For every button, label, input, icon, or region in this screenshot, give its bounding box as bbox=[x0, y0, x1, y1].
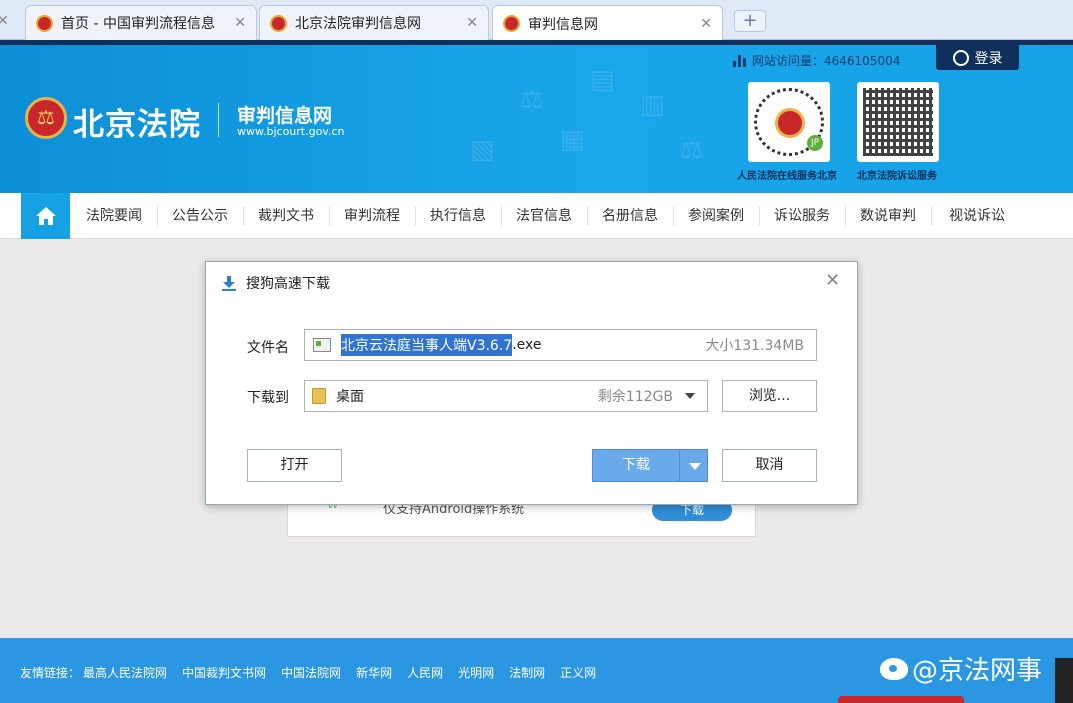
visit-counter: 网站访问量：4646105004 bbox=[733, 52, 900, 69]
footer-link-supreme-court[interactable]: 最高人民法院网 bbox=[83, 664, 167, 681]
decor-document-icon: ▦ bbox=[560, 125, 585, 155]
qr-right-caption: 北京法院诉讼服务 bbox=[857, 171, 937, 182]
dialog-title-bar: 搜狗高速下载 bbox=[222, 273, 330, 293]
login-label: 登录 bbox=[974, 50, 1003, 67]
user-icon bbox=[952, 49, 969, 66]
court-emblem-icon bbox=[775, 108, 805, 138]
browser-tab-strip: ✕ 首页 - 中国审判流程信息 ✕ 北京法院审判信息网 ✕ 审判信息网 ✕ + bbox=[0, 0, 1073, 41]
cancel-button[interactable]: 取消 bbox=[722, 449, 817, 482]
footer-link-guangming[interactable]: 光明网 bbox=[458, 664, 494, 681]
nav-item-reference-cases[interactable]: 参阅案例 bbox=[673, 193, 759, 239]
nav-item-enforcement[interactable]: 执行信息 bbox=[415, 193, 501, 239]
chevron-down-icon[interactable] bbox=[685, 393, 695, 399]
site-name: 北京法院 bbox=[73, 107, 201, 143]
free-space: 剩余112GB bbox=[597, 389, 673, 405]
filename-input[interactable]: 北京云法庭当事人端V3.6.7 .exe 大小131.34MB bbox=[304, 329, 817, 361]
mini-program-qr-code: JP bbox=[748, 82, 830, 162]
site-subtitle: 审判信息网 bbox=[237, 105, 333, 127]
footer-link-judgments-online[interactable]: 中国裁判文书网 bbox=[182, 664, 266, 681]
site-url: www.bjcourt.gov.cn bbox=[237, 125, 345, 138]
service-qr-code bbox=[857, 82, 939, 162]
close-tab-icon[interactable]: ✕ bbox=[466, 15, 478, 31]
nav-item-registry[interactable]: 名册信息 bbox=[587, 193, 673, 239]
court-emblem-favicon-icon bbox=[36, 14, 53, 32]
site-footer: 友情链接： 最高人民法院网 中国裁判文书网 中国法院网 新华网 人民网 光明网 … bbox=[0, 638, 1073, 703]
footer-link-xinhua[interactable]: 新华网 bbox=[356, 664, 392, 681]
nav-item-trial-process[interactable]: 审判流程 bbox=[329, 193, 415, 239]
home-icon bbox=[35, 207, 56, 225]
corner-overlay bbox=[1055, 658, 1073, 703]
nav-item-judgments[interactable]: 裁判文书 bbox=[243, 193, 329, 239]
browser-tab-3-active[interactable]: 审判信息网 ✕ bbox=[492, 5, 723, 41]
friend-links: 友情链接： 最高人民法院网 中国裁判文书网 中国法院网 新华网 人民网 光明网 … bbox=[20, 664, 596, 681]
nav-item-video-litigation[interactable]: 视说诉讼 bbox=[931, 193, 1023, 239]
browser-tab-2[interactable]: 北京法院审判信息网 ✕ bbox=[259, 5, 489, 40]
nav-item-trial-stats[interactable]: 数说审判 bbox=[845, 193, 931, 239]
footer-link-legaldaily[interactable]: 法制网 bbox=[509, 664, 545, 681]
file-size: 大小131.34MB bbox=[705, 338, 804, 354]
download-arrow-icon bbox=[222, 275, 236, 291]
browser-tab-label: 北京法院审判信息网 bbox=[295, 16, 421, 32]
dialog-title: 搜狗高速下载 bbox=[246, 276, 330, 292]
qr-left-caption: 人民法院在线服务北京 bbox=[737, 171, 837, 182]
nav-item-judges[interactable]: 法官信息 bbox=[501, 193, 587, 239]
footer-link-people[interactable]: 人民网 bbox=[407, 664, 443, 681]
weibo-icon bbox=[880, 657, 908, 680]
folder-icon bbox=[312, 388, 326, 404]
watermark-text: @京法网事 bbox=[912, 656, 1043, 686]
browser-tab-1[interactable]: 首页 - 中国审判流程信息 ✕ bbox=[25, 5, 257, 40]
exe-file-icon bbox=[313, 338, 331, 352]
logo-divider bbox=[218, 103, 219, 137]
filename-selected-text: 北京云法庭当事人端V3.6.7 bbox=[341, 334, 513, 356]
footer-link-zhengyi[interactable]: 正义网 bbox=[560, 664, 596, 681]
browser-tab-label: 首页 - 中国审判流程信息 bbox=[61, 16, 215, 32]
decor-document-icon: ▧ bbox=[470, 135, 495, 165]
download-split-button[interactable]: 下载 bbox=[592, 449, 708, 482]
decor-document-icon: ▥ bbox=[640, 90, 665, 120]
nav-item-litigation-services[interactable]: 诉讼服务 bbox=[759, 193, 845, 239]
main-nav: 法院要闻 公告公示 裁判文书 审判流程 执行信息 法官信息 名册信息 参阅案例 … bbox=[0, 193, 1073, 239]
save-location-select[interactable]: 桌面 剩余112GB bbox=[304, 380, 708, 412]
save-to-label: 下载到 bbox=[247, 390, 289, 406]
dialog-close-icon[interactable]: ✕ bbox=[825, 270, 840, 291]
friend-links-label: 友情链接： bbox=[20, 666, 81, 680]
download-options-chevron-icon[interactable] bbox=[680, 450, 707, 481]
new-tab-button[interactable]: + bbox=[734, 10, 766, 32]
nav-item-court-news[interactable]: 法院要闻 bbox=[71, 193, 157, 239]
visit-counter-text: 网站访问量：4646105004 bbox=[752, 54, 901, 68]
save-folder-name: 桌面 bbox=[336, 389, 364, 405]
decor-document-icon: ▤ bbox=[590, 65, 615, 95]
bar-chart-icon bbox=[733, 54, 746, 67]
login-button[interactable]: 登录 bbox=[936, 45, 1019, 70]
court-emblem-favicon-icon bbox=[270, 14, 287, 32]
browse-button[interactable]: 浏览... bbox=[722, 380, 817, 412]
floating-widget-edge bbox=[838, 696, 964, 703]
court-emblem-favicon-icon bbox=[503, 15, 520, 32]
decor-scales-icon: ⚖ bbox=[520, 85, 544, 115]
tab-overflow-close-icon[interactable]: ✕ bbox=[0, 13, 9, 29]
site-header: ⚖ ▤ ▥ ▦ ▧ ⚖ 网站访问量：4646105004 登录 北京法院 审判信… bbox=[0, 45, 1073, 193]
wechat-mini-program-badge-icon: JP bbox=[807, 135, 823, 151]
home-button[interactable] bbox=[21, 193, 70, 239]
nav-item-announcements[interactable]: 公告公示 bbox=[157, 193, 243, 239]
browser-tab-label: 审判信息网 bbox=[528, 16, 598, 33]
open-button[interactable]: 打开 bbox=[247, 449, 342, 482]
weibo-watermark: @京法网事 bbox=[880, 650, 1042, 687]
filename-extension: .exe bbox=[512, 337, 542, 353]
court-emblem-logo bbox=[25, 97, 67, 139]
download-button[interactable]: 下载 bbox=[593, 450, 680, 481]
mini-program-code-icon: JP bbox=[754, 88, 824, 156]
download-dialog: 搜狗高速下载 ✕ 文件名 北京云法庭当事人端V3.6.7 .exe 大小131.… bbox=[205, 261, 858, 505]
close-tab-icon[interactable]: ✕ bbox=[700, 16, 712, 32]
qr-code-icon bbox=[863, 88, 933, 156]
footer-link-chinacourt[interactable]: 中国法院网 bbox=[281, 664, 341, 681]
filename-label: 文件名 bbox=[247, 340, 289, 356]
decor-scales-icon: ⚖ bbox=[680, 135, 704, 165]
close-tab-icon[interactable]: ✕ bbox=[234, 15, 246, 31]
